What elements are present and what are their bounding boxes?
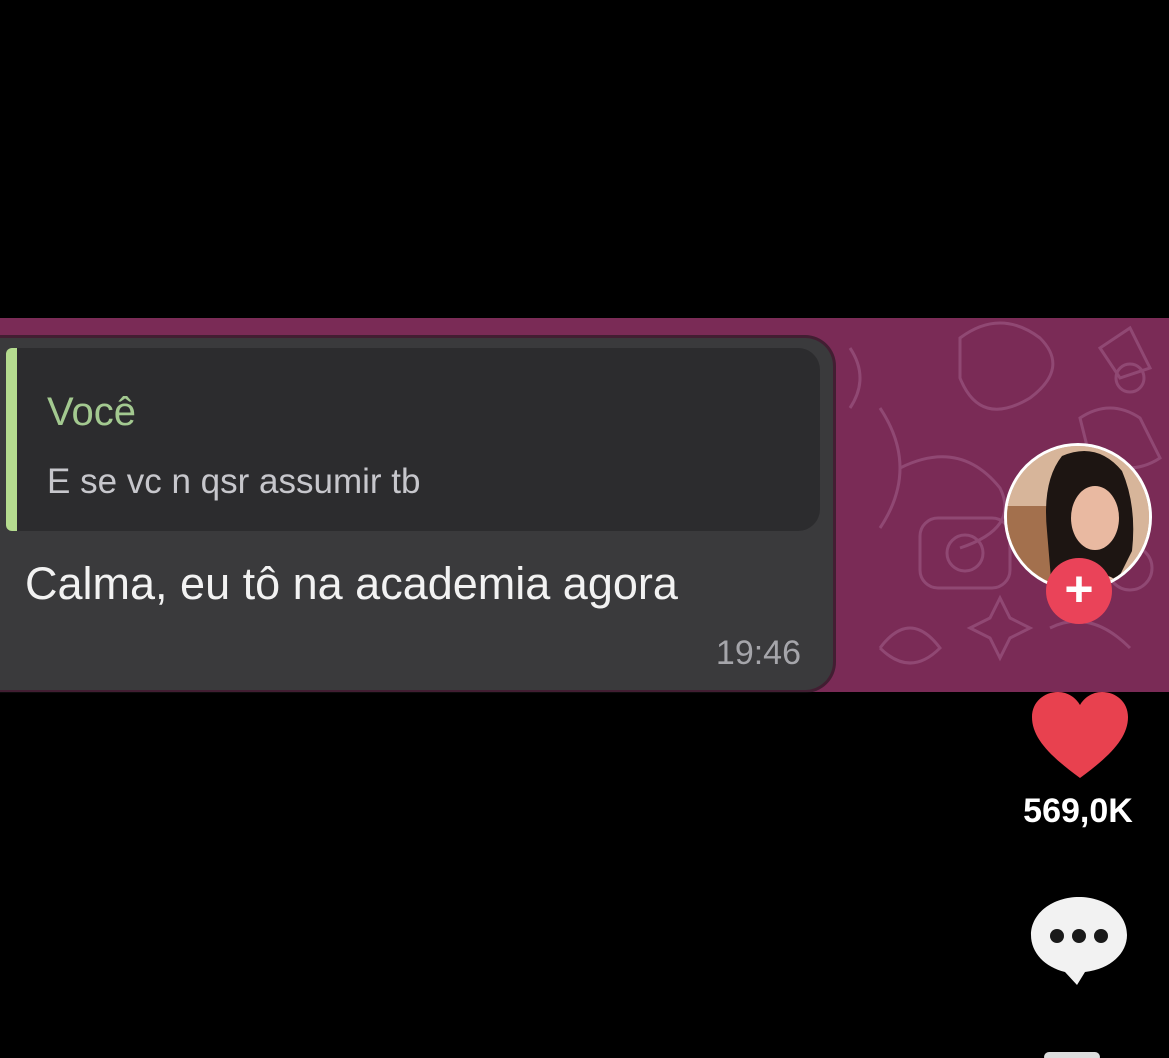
- message-timestamp: 19:46: [715, 634, 801, 672]
- like-count: 569,0K: [1023, 792, 1133, 830]
- message-bubble[interactable]: Você E se vc n qsr assumir tb Calma, eu …: [0, 338, 833, 690]
- quote-author: Você: [47, 390, 136, 434]
- quote-accent-bar: [6, 348, 17, 531]
- follow-button[interactable]: +: [1046, 558, 1112, 624]
- heart-icon[interactable]: [1030, 690, 1130, 782]
- quoted-reply[interactable]: Você E se vc n qsr assumir tb: [6, 348, 820, 531]
- quote-text: E se vc n qsr assumir tb: [47, 462, 421, 501]
- comment-icon[interactable]: [1027, 893, 1131, 989]
- message-text: Calma, eu tô na academia agora: [25, 558, 678, 609]
- share-icon[interactable]: [1044, 1052, 1100, 1058]
